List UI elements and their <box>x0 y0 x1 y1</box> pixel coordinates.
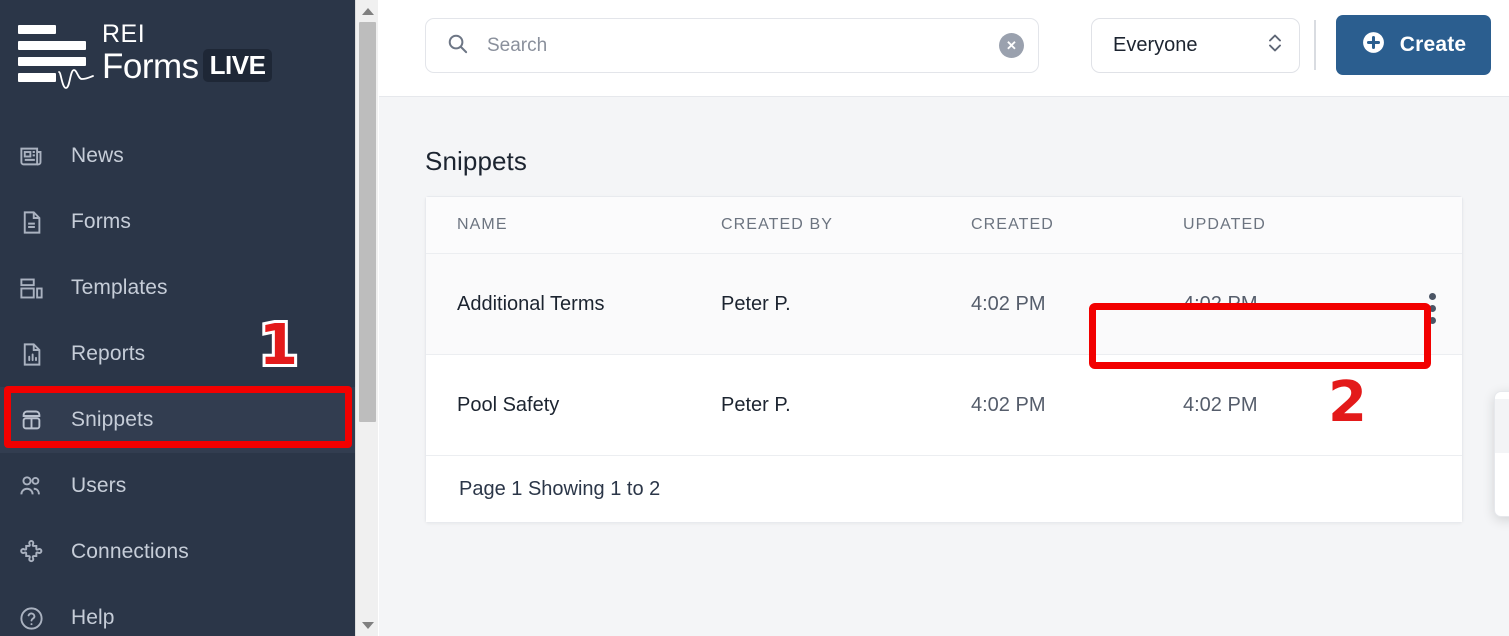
app-root: REI Forms LIVE News Forms Templates Repo… <box>0 0 1509 636</box>
snippet-box-icon <box>18 407 56 434</box>
cell-name: Pool Safety <box>457 393 560 416</box>
table-row[interactable]: Pool Safety Peter P. 4:02 PM 4:02 PM <box>426 355 1462 456</box>
users-icon <box>18 473 56 500</box>
column-header-name[interactable]: NAME <box>426 216 721 234</box>
clear-search-icon[interactable]: ✕ <box>999 33 1024 58</box>
table-header-row: NAME CREATED BY CREATED UPDATED <box>426 197 1462 254</box>
sidebar-item-snippets[interactable]: Snippets <box>0 387 355 453</box>
top-toolbar: ✕ Everyone Cre <box>379 0 1509 97</box>
sidebar-item-templates[interactable]: Templates <box>0 255 355 321</box>
toolbar-divider <box>1314 20 1316 70</box>
sidebar-item-forms[interactable]: Forms <box>0 189 355 255</box>
app-logo: REI Forms LIVE <box>18 20 273 89</box>
create-button[interactable]: Create <box>1336 15 1491 75</box>
sidebar-scrollbar[interactable] <box>355 0 378 636</box>
sidebar-item-connections[interactable]: Connections <box>0 519 355 585</box>
row-context-menu: Edit Delete <box>1494 391 1509 517</box>
cell-name: Additional Terms <box>457 292 605 315</box>
context-menu-item-edit[interactable]: Edit <box>1495 399 1509 453</box>
content-area: Snippets NAME CREATED BY CREATED UPDATED… <box>379 98 1509 636</box>
document-icon <box>18 209 56 236</box>
sidebar-item-help[interactable]: Help <box>0 585 355 636</box>
scrollbar-down-arrow-icon[interactable] <box>356 614 379 636</box>
scope-filter-select[interactable]: Everyone <box>1091 18 1300 73</box>
logo-forms-text: Forms <box>102 47 199 86</box>
scope-filter-value: Everyone <box>1113 34 1198 56</box>
search-box[interactable]: ✕ <box>425 18 1039 73</box>
logo-wordmark: REI Forms LIVE <box>102 20 273 86</box>
search-input[interactable] <box>487 34 999 57</box>
cell-created: 4:02 PM <box>971 292 1046 315</box>
question-circle-icon <box>18 605 56 632</box>
sidebar-item-label: Connections <box>71 540 189 563</box>
row-menu-kebab-icon[interactable] <box>1429 293 1436 324</box>
plus-circle-icon <box>1361 30 1386 60</box>
sidebar-item-label: Reports <box>71 342 146 365</box>
cell-updated: 4:02 PM <box>1183 393 1258 416</box>
logo-rei-text: REI <box>102 20 146 48</box>
sidebar: REI Forms LIVE News Forms Templates Repo… <box>0 0 355 636</box>
table-row[interactable]: Additional Terms Peter P. 4:02 PM 4:02 P… <box>426 254 1462 355</box>
create-button-label: Create <box>1399 33 1467 56</box>
cell-created: 4:02 PM <box>971 393 1046 416</box>
puzzle-piece-icon <box>18 539 56 566</box>
pagination-label: Page 1 Showing 1 to 2 <box>459 477 661 500</box>
sidebar-item-label: Snippets <box>71 408 154 431</box>
sidebar-item-label: Forms <box>71 210 131 233</box>
search-icon <box>446 32 469 60</box>
sidebar-item-label: Help <box>71 606 115 629</box>
chevron-updown-icon <box>1267 30 1283 61</box>
main-area: ✕ Everyone Cre <box>379 0 1509 636</box>
snippets-table: NAME CREATED BY CREATED UPDATED Addition… <box>425 196 1463 523</box>
sidebar-nav: News Forms Templates Reports Snippets Us… <box>0 123 355 636</box>
sidebar-item-label: Users <box>71 474 127 497</box>
scrollbar-thumb[interactable] <box>359 22 376 422</box>
logo-signature-icon <box>58 68 94 89</box>
cell-created-by: Peter P. <box>721 393 791 416</box>
report-chart-icon <box>18 341 56 368</box>
sidebar-item-news[interactable]: News <box>0 123 355 189</box>
cell-created-by: Peter P. <box>721 292 791 315</box>
sidebar-item-label: News <box>71 144 124 167</box>
page-title: Snippets <box>425 146 527 176</box>
column-header-created[interactable]: CREATED <box>971 216 1183 234</box>
context-menu-item-delete[interactable]: Delete <box>1495 453 1509 507</box>
sidebar-item-label: Templates <box>71 276 168 299</box>
cell-updated: 4:02 PM <box>1183 292 1258 315</box>
column-header-created-by[interactable]: CREATED BY <box>721 216 971 234</box>
logo-bars-icon <box>18 24 94 89</box>
logo-live-badge: LIVE <box>202 49 273 82</box>
scrollbar-up-arrow-icon[interactable] <box>356 0 379 22</box>
column-header-updated[interactable]: UPDATED <box>1183 216 1395 234</box>
templates-icon <box>18 275 56 302</box>
news-icon <box>18 143 56 170</box>
sidebar-item-reports[interactable]: Reports <box>0 321 355 387</box>
table-pagination: Page 1 Showing 1 to 2 <box>426 456 1462 522</box>
sidebar-item-users[interactable]: Users <box>0 453 355 519</box>
